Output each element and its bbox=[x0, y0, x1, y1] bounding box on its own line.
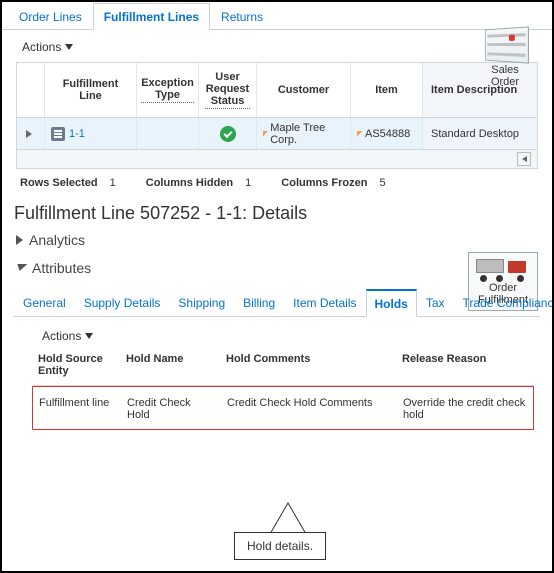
subtab-billing[interactable]: Billing bbox=[234, 289, 284, 317]
subtab-general[interactable]: General bbox=[14, 289, 75, 317]
holds-actions-menu[interactable]: Actions bbox=[42, 329, 93, 343]
callout: Hold details. bbox=[234, 532, 326, 560]
chevron-right-icon bbox=[16, 235, 23, 245]
table-row[interactable]: 1-1 Maple Tree Corp. AS54888 Standard De… bbox=[17, 118, 537, 150]
holds-table: Hold Source Entity Hold Name Hold Commen… bbox=[32, 349, 534, 430]
item-description-cell: Standard Desktop bbox=[423, 118, 537, 149]
attribute-sub-tabs: General Supply Details Shipping Billing … bbox=[14, 288, 540, 317]
col-customer[interactable]: Customer bbox=[257, 63, 351, 117]
external-mark-icon bbox=[357, 131, 363, 137]
subtab-holds[interactable]: Holds bbox=[366, 289, 417, 317]
hold-name-cell: Credit Check Hold bbox=[121, 395, 221, 423]
fulfillment-line-link[interactable]: 1-1 bbox=[69, 128, 85, 140]
col-hold-comments[interactable]: Hold Comments bbox=[220, 349, 396, 381]
col-hold-name[interactable]: Hold Name bbox=[120, 349, 220, 381]
col-release-reason[interactable]: Release Reason bbox=[396, 349, 534, 381]
chevron-left-icon bbox=[522, 156, 527, 162]
col-user-request-status[interactable]: User Request Status bbox=[199, 63, 257, 117]
fulfillment-grid: Fulfillment Line Exception Type User Req… bbox=[16, 62, 538, 169]
document-icon bbox=[51, 127, 65, 141]
col-item[interactable]: Item bbox=[351, 63, 423, 117]
hold-comments-cell: Credit Check Hold Comments bbox=[221, 395, 397, 423]
chevron-down-icon bbox=[85, 333, 93, 339]
details-title: Fulfillment Line 507252 - 1-1: Details bbox=[2, 197, 552, 226]
analytics-label: Analytics bbox=[29, 232, 85, 248]
attributes-label: Attributes bbox=[32, 260, 91, 276]
holds-actions-label: Actions bbox=[42, 329, 81, 343]
subtab-item-details[interactable]: Item Details bbox=[284, 289, 365, 317]
analytics-section-toggle[interactable]: Analytics bbox=[2, 226, 552, 254]
top-tabs: Order Lines Fulfillment Lines Returns bbox=[2, 2, 552, 30]
sales-order-label: Sales Order bbox=[476, 64, 534, 88]
scroll-left-button[interactable] bbox=[517, 152, 531, 166]
expand-row-icon[interactable] bbox=[26, 130, 32, 138]
hold-entity-cell: Fulfillment line bbox=[33, 395, 121, 423]
item-cell: AS54888 bbox=[365, 128, 410, 140]
col-fulfillment-line[interactable]: Fulfillment Line bbox=[45, 63, 137, 117]
col-exception-type[interactable]: Exception Type bbox=[137, 63, 199, 117]
status-ok-icon bbox=[220, 126, 236, 142]
sales-order-icon: Sales Order bbox=[476, 28, 534, 88]
tab-fulfillment-lines[interactable]: Fulfillment Lines bbox=[93, 3, 210, 30]
customer-cell: Maple Tree Corp. bbox=[270, 122, 344, 146]
actions-menu[interactable]: Actions bbox=[22, 40, 73, 54]
subtab-tax[interactable]: Tax bbox=[417, 289, 454, 317]
actions-label: Actions bbox=[22, 40, 61, 54]
subtab-shipping[interactable]: Shipping bbox=[169, 289, 234, 317]
tab-order-lines[interactable]: Order Lines bbox=[8, 3, 93, 30]
external-mark-icon bbox=[263, 131, 268, 137]
chevron-down-icon bbox=[15, 264, 28, 271]
tab-returns[interactable]: Returns bbox=[210, 3, 274, 30]
subtab-trade-compliance[interactable]: Trade Compliance bbox=[454, 289, 554, 317]
subtab-supply-details[interactable]: Supply Details bbox=[75, 289, 170, 317]
chevron-down-icon bbox=[65, 44, 73, 50]
col-hold-source-entity[interactable]: Hold Source Entity bbox=[32, 349, 120, 381]
grid-status-bar: Rows Selected1 Columns Hidden1 Columns F… bbox=[2, 169, 552, 197]
hold-reason-cell: Override the credit check hold bbox=[397, 395, 533, 423]
holds-row[interactable]: Fulfillment line Credit Check Hold Credi… bbox=[32, 386, 534, 430]
